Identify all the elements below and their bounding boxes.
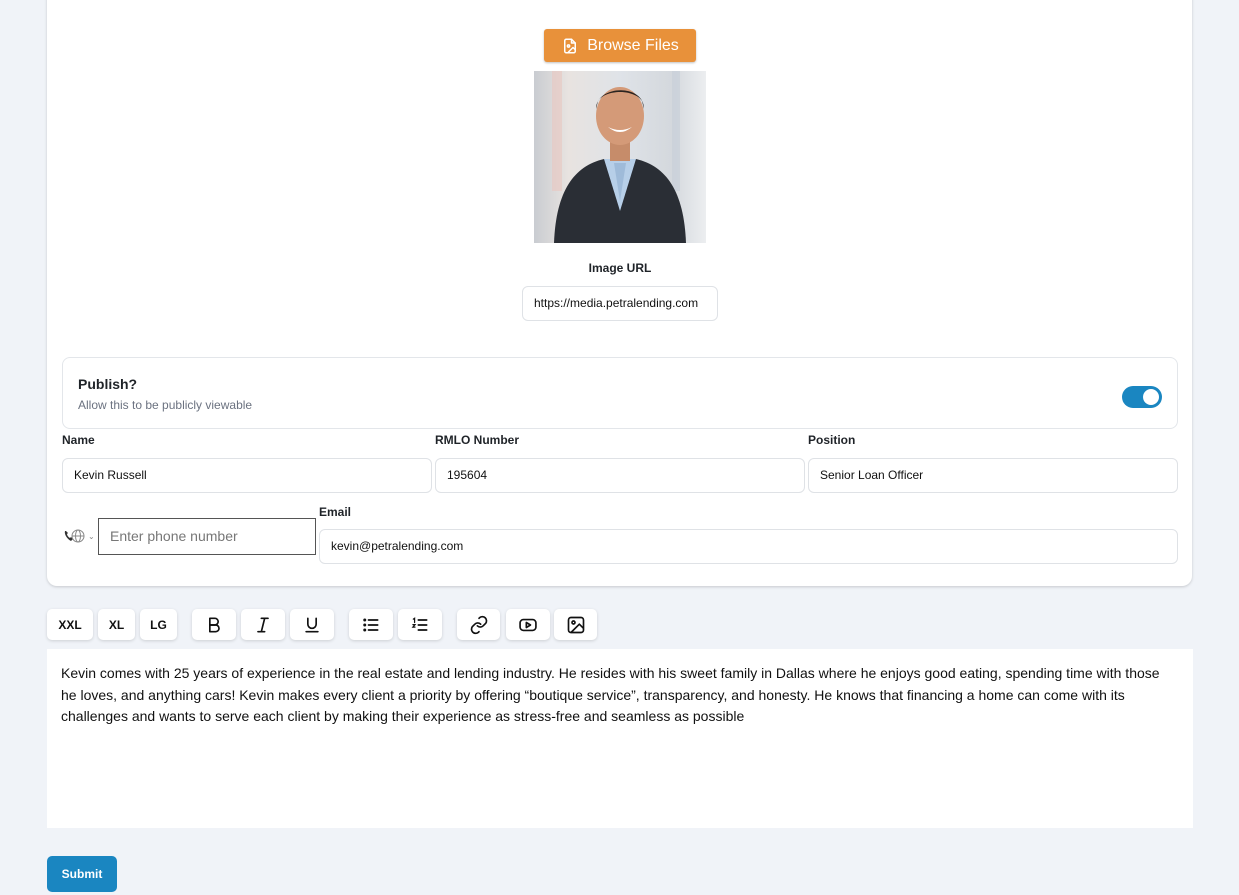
publish-title: Publish? bbox=[78, 376, 138, 392]
heading-xl-button[interactable]: XL bbox=[98, 609, 135, 640]
heading-xxl-button[interactable]: XXL bbox=[47, 609, 93, 640]
numbered-list-button[interactable] bbox=[398, 609, 442, 640]
browse-files-button[interactable]: Browse Files bbox=[544, 29, 696, 62]
profile-photo bbox=[534, 71, 706, 243]
name-input[interactable]: Kevin Russell bbox=[62, 458, 432, 493]
bold-button[interactable] bbox=[192, 609, 236, 640]
publish-subtitle: Allow this to be publicly viewable bbox=[78, 398, 253, 412]
bold-icon bbox=[204, 615, 224, 635]
youtube-button[interactable] bbox=[506, 609, 550, 640]
position-label: Position bbox=[808, 433, 856, 447]
chevron-down-icon: ⌄ bbox=[88, 531, 95, 541]
publish-panel: Publish? Allow this to be publicly viewa… bbox=[62, 357, 1178, 429]
italic-button[interactable] bbox=[241, 609, 285, 640]
publish-toggle[interactable] bbox=[1122, 386, 1162, 408]
name-label: Name bbox=[62, 433, 95, 447]
submit-button[interactable]: Submit bbox=[47, 856, 117, 892]
email-label: Email bbox=[319, 505, 352, 519]
image-url-label: Image URL bbox=[588, 261, 652, 275]
underline-icon bbox=[302, 615, 322, 635]
browse-files-label: Browse Files bbox=[587, 36, 679, 54]
bio-editor[interactable]: Kevin comes with 25 years of experience … bbox=[47, 649, 1193, 828]
image-icon bbox=[566, 615, 586, 635]
heading-lg-button[interactable]: LG bbox=[140, 609, 177, 640]
italic-icon bbox=[253, 615, 273, 635]
phone-country-select[interactable]: ⌄ bbox=[62, 528, 96, 544]
email-input[interactable]: kevin@petralending.com bbox=[319, 529, 1178, 564]
numbered-list-icon bbox=[410, 615, 430, 635]
file-image-icon bbox=[561, 37, 579, 55]
position-input[interactable]: Senior Loan Officer bbox=[808, 458, 1178, 493]
underline-button[interactable] bbox=[290, 609, 334, 640]
rmlo-label: RMLO Number bbox=[435, 433, 519, 447]
bullet-list-button[interactable] bbox=[349, 609, 393, 640]
bullet-list-icon bbox=[361, 615, 381, 635]
image-url-input[interactable]: https://media.petralending.com bbox=[522, 286, 718, 321]
link-icon bbox=[469, 615, 489, 635]
image-button[interactable] bbox=[554, 609, 597, 640]
toggle-knob bbox=[1143, 389, 1159, 405]
link-button[interactable] bbox=[457, 609, 500, 640]
rmlo-input[interactable]: 195604 bbox=[435, 458, 805, 493]
phone-globe-icon bbox=[62, 528, 86, 544]
youtube-icon bbox=[518, 615, 538, 635]
phone-input[interactable]: Enter phone number bbox=[98, 518, 316, 555]
